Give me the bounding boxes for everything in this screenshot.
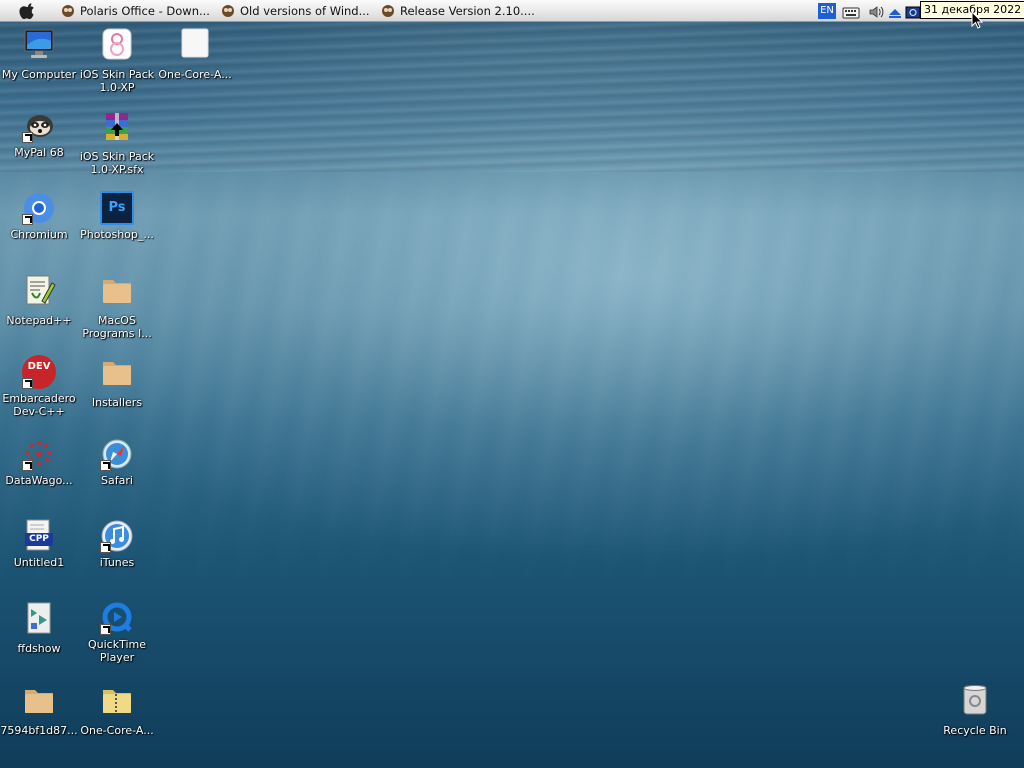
photoshop-icon-text: Ps: [108, 200, 126, 215]
desktop-icon-label: My Computer: [1, 68, 77, 81]
desktop-icon-datawagon[interactable]: DataWago...: [0, 437, 78, 487]
desktop-icon-macos-programs-folder[interactable]: MacOS Programs I...: [78, 273, 156, 340]
desktop-icon-label: Safari: [101, 474, 133, 487]
taskbar-item-polaris-office[interactable]: Polaris Office - Down...: [60, 2, 210, 20]
desktop-icon-quicktime-player[interactable]: QuickTime Player: [78, 601, 156, 664]
desktop-icon-notepad-plus-plus[interactable]: Notepad++: [0, 273, 78, 327]
desktop-icon-label: One-Core-A...: [80, 724, 154, 737]
desktop-icon-label: iTunes: [99, 556, 135, 569]
zip-folder-icon: [103, 690, 131, 713]
itunes-icon: [100, 519, 134, 553]
desktop-icon-label: QuickTime Player: [87, 638, 147, 664]
desktop-icon-installers-folder[interactable]: Installers: [78, 355, 156, 409]
folder-icon: [25, 690, 53, 713]
quicktime-icon: [100, 601, 134, 635]
desktop-icon-recycle-bin[interactable]: Recycle Bin: [936, 683, 1014, 737]
safari-icon: [100, 437, 134, 471]
desktop-icon-label: Recycle Bin: [943, 724, 1007, 737]
ios8-icon: [102, 28, 132, 60]
desktop-icon-embarcadero-devcpp[interactable]: DEV Embarcadero Dev-C++: [0, 355, 78, 418]
shortcut-arrow-icon: [22, 378, 33, 389]
taskbar-item-label: Old versions of Wind...: [240, 4, 370, 18]
desktop-icon-one-core-api-zip[interactable]: One-Core-A...: [78, 683, 156, 737]
desktop-icon-photoshop[interactable]: Ps Photoshop_...: [78, 191, 156, 241]
datawagon-icon: [22, 437, 56, 471]
cpp-badge: CPP: [25, 533, 53, 546]
ffdshow-icon: [27, 602, 51, 634]
shortcut-arrow-icon: [22, 460, 33, 471]
language-indicator[interactable]: EN: [818, 3, 836, 19]
desktop-icon-label: Photoshop_...: [80, 228, 154, 241]
browser-icon: [62, 5, 74, 17]
desktop-icon-label: DataWago...: [5, 474, 73, 487]
devcpp-icon: DEV: [22, 355, 56, 389]
desktop-icon-label: Notepad++: [6, 314, 72, 327]
devcpp-icon-text: DEV: [27, 361, 51, 372]
desktop-icon-mypal[interactable]: MyPal 68: [0, 109, 78, 159]
taskbar-item-release-version[interactable]: Release Version 2.10....: [380, 2, 535, 20]
desktop-icon-one-core-api-file[interactable]: One-Core-A...: [156, 27, 234, 81]
desktop-icon-label: Untitled1: [13, 556, 65, 569]
desktop-icon-label: Chromium: [10, 228, 68, 241]
desktop-icon-safari[interactable]: Safari: [78, 437, 156, 487]
desktop-icon-label: ffdshow: [17, 642, 61, 655]
shortcut-arrow-icon: [22, 214, 33, 225]
blank-file-icon: [181, 28, 209, 58]
desktop-icon-chromium[interactable]: Chromium: [0, 191, 78, 241]
desktop-icon-label: MyPal 68: [14, 146, 64, 159]
keyboard-icon[interactable]: [842, 4, 860, 22]
browser-icon: [222, 5, 234, 17]
desktop-icon-ios-skin-pack-sfx[interactable]: iOS Skin Pack 1.0-XP.sfx: [78, 109, 156, 176]
chromium-icon: [22, 191, 56, 225]
desktop-icon-label: iOS Skin Pack 1.0-XP.sfx: [79, 150, 155, 176]
browser-icon: [382, 5, 394, 17]
apple-logo-icon[interactable]: [18, 2, 38, 20]
desktop-icon-ios-skin-pack[interactable]: iOS Skin Pack 1.0-XP: [78, 27, 156, 94]
monitor-icon: [24, 29, 54, 58]
taskbar-item-label: Release Version 2.10....: [400, 4, 535, 18]
desktop-icon-my-computer[interactable]: My Computer: [0, 27, 78, 81]
desktop-icon-label: MacOS Programs I...: [82, 314, 152, 340]
taskbar-item-label: Polaris Office - Down...: [80, 4, 210, 18]
notepad-icon: [26, 275, 56, 305]
photoshop-icon: Ps: [100, 191, 134, 225]
desktop-icon-label: Installers: [91, 396, 143, 409]
shortcut-arrow-icon: [100, 542, 111, 553]
desktop-icon-7594bf1d87-folder[interactable]: 7594bf1d87...: [0, 683, 78, 737]
desktop-icon-label: Embarcadero Dev-C++: [2, 392, 76, 418]
desktop-icon-itunes[interactable]: iTunes: [78, 519, 156, 569]
mypal-icon: [22, 109, 56, 143]
top-menu-bar: Polaris Office - Down... Old versions of…: [0, 0, 1024, 22]
desktop-icon-ffdshow[interactable]: ffdshow: [0, 601, 78, 655]
folder-icon: [103, 362, 131, 385]
desktop-icon-untitled1[interactable]: CPP Untitled1: [0, 519, 78, 569]
shortcut-arrow-icon: [100, 624, 111, 635]
shortcut-arrow-icon: [100, 460, 111, 471]
taskbar-item-old-versions[interactable]: Old versions of Wind...: [220, 2, 370, 20]
eject-icon[interactable]: [888, 5, 902, 23]
archive-icon: [106, 113, 128, 140]
volume-icon[interactable]: [868, 3, 886, 21]
network-icon[interactable]: [905, 4, 921, 22]
desktop-icon-label: 7594bf1d87...: [0, 724, 78, 737]
desktop-icon-label: iOS Skin Pack 1.0-XP: [79, 68, 155, 94]
shortcut-arrow-icon: [22, 132, 33, 143]
mouse-cursor-icon: [971, 11, 983, 29]
folder-icon: [103, 280, 131, 303]
desktop-icon-label: One-Core-A...: [158, 68, 232, 81]
recycle-bin-icon: [963, 685, 987, 715]
cpp-file-icon: CPP: [22, 519, 56, 553]
